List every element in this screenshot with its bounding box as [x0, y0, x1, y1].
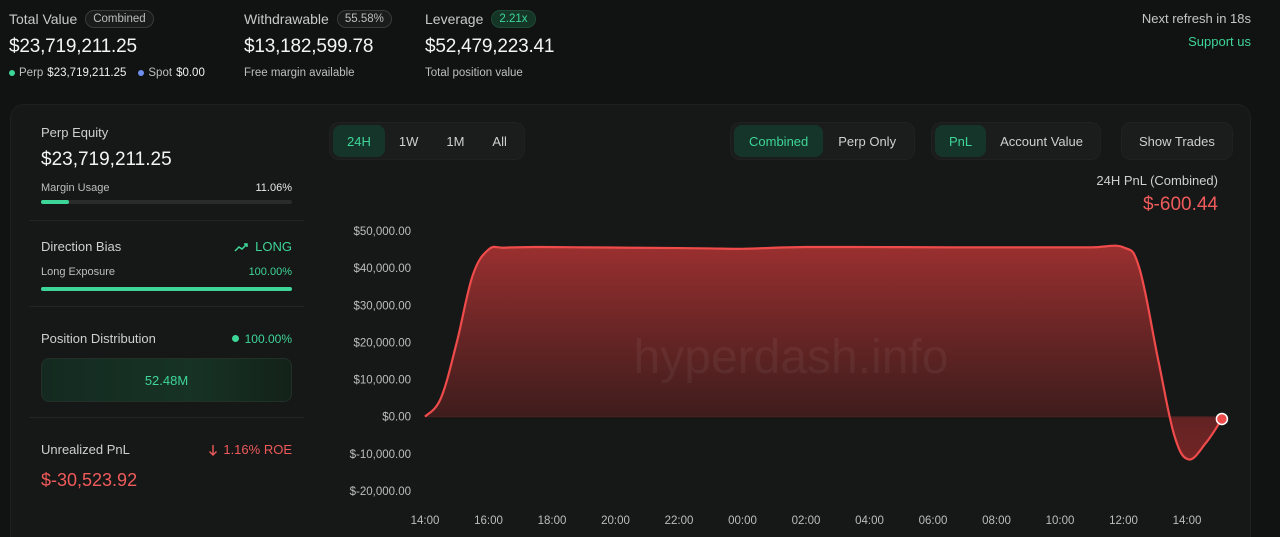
withdrawable-value: $13,182,599.78	[244, 36, 374, 57]
total-value-stat: Total Value Combined $23,719,211.25 Perp…	[9, 9, 213, 79]
leverage-stat: Leverage 2.21x $52,479,223.41 Total posi…	[425, 9, 554, 79]
x-tick-label: 08:00	[982, 515, 1011, 527]
x-tick-label: 22:00	[665, 515, 694, 527]
y-tick-label: $20,000.00	[353, 337, 411, 349]
y-tick-label: $0.00	[382, 412, 411, 424]
current-point-marker[interactable]	[1215, 412, 1229, 426]
x-axis: 14:00 16:00 18:00 20:00 22:00 00:00 02:00 04:00…	[411, 515, 1202, 527]
x-tick-label: 20:00	[601, 515, 630, 527]
perp-value: $23,719,211.25	[47, 67, 127, 79]
leverage-pill: 2.21x	[491, 10, 536, 28]
x-tick-label: 14:00	[411, 515, 440, 527]
spot-label: Spot	[148, 67, 173, 79]
x-tick-label: 04:00	[855, 515, 884, 527]
x-tick-label: 02:00	[792, 515, 821, 527]
support-link[interactable]: Support us	[1188, 34, 1251, 49]
withdrawable-pill: 55.58%	[336, 10, 392, 28]
watermark: hyperdash.info	[634, 331, 949, 384]
total-value-pill: Combined	[85, 10, 154, 28]
perp-label: Perp	[19, 67, 44, 79]
x-tick-label: 12:00	[1109, 515, 1138, 527]
withdrawable-title: Withdrawable	[244, 11, 329, 27]
x-tick-label: 10:00	[1046, 515, 1075, 527]
withdrawable-sub: Free margin available	[244, 67, 355, 79]
refresh-countdown: Next refresh in 18s	[1141, 11, 1251, 26]
perp-dot-icon	[9, 70, 15, 76]
total-value: $23,719,211.25	[9, 36, 137, 57]
y-tick-label: $40,000.00	[353, 263, 411, 275]
total-value-title: Total Value	[9, 11, 78, 27]
y-tick-label: $-20,000.00	[350, 486, 411, 498]
y-tick-label: $10,000.00	[353, 375, 411, 387]
spot-value: $0.00	[176, 67, 205, 79]
y-axis: $50,000.00 $40,000.00 $30,000.00 $20,000.00…	[350, 226, 411, 498]
leverage-title: Leverage	[425, 11, 484, 27]
x-tick-label: 00:00	[728, 515, 757, 527]
withdrawable-stat: Withdrawable 55.58% $13,182,599.78 Free …	[244, 9, 392, 79]
main-card: Perp Equity $23,719,211.25 Margin Usage …	[10, 104, 1251, 537]
y-tick-label: $-10,000.00	[350, 449, 411, 461]
x-tick-label: 18:00	[538, 515, 567, 527]
x-tick-label: 06:00	[919, 515, 948, 527]
leverage-value: $52,479,223.41	[425, 36, 555, 57]
y-tick-label: $50,000.00	[353, 226, 411, 238]
y-tick-label: $30,000.00	[353, 300, 411, 312]
x-tick-label: 14:00	[1173, 515, 1202, 527]
pnl-chart[interactable]: $50,000.00 $40,000.00 $30,000.00 $20,000.00…	[11, 105, 1252, 537]
account-summary: Total Value Combined $23,719,211.25 Perp…	[0, 0, 1280, 95]
leverage-sub: Total position value	[425, 67, 523, 79]
x-tick-label: 16:00	[474, 515, 503, 527]
spot-dot-icon	[138, 70, 145, 76]
